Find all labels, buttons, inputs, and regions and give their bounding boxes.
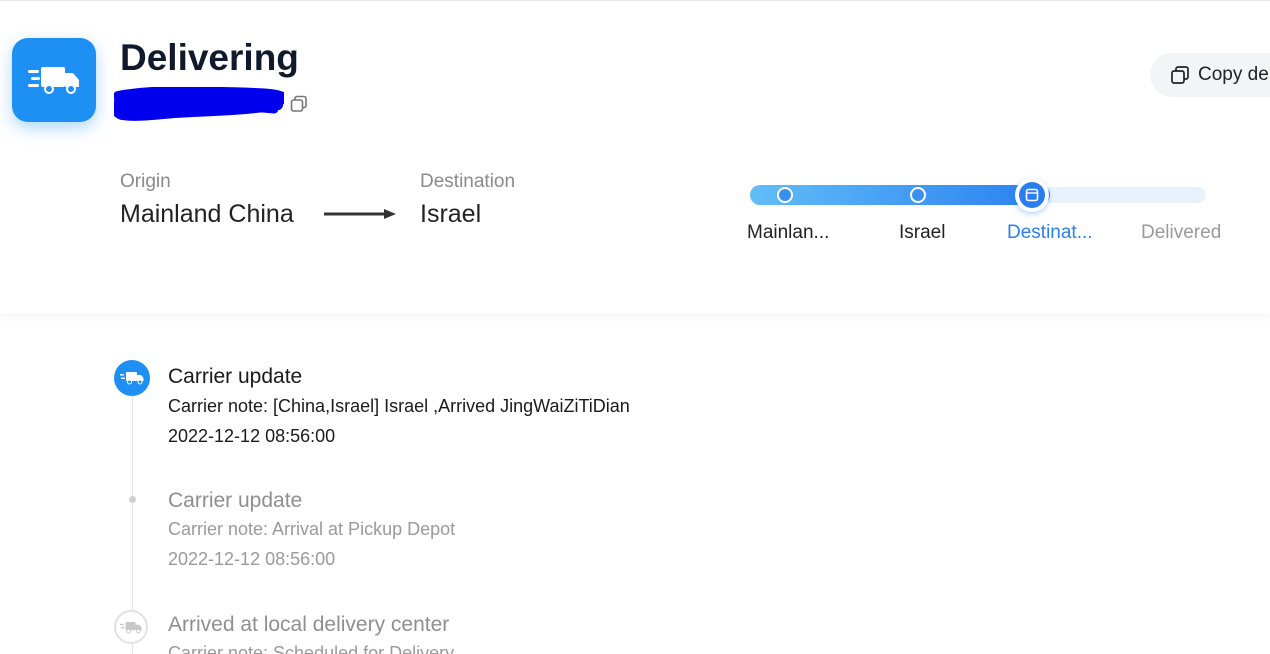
tracking-page: Delivering Copy de Origin Mainland China <box>0 0 1270 654</box>
truck-icon <box>114 360 150 396</box>
timeline-dot <box>129 496 136 503</box>
event-time: 2022-12-12 08:56:00 <box>168 426 336 446</box>
progress-step-label: Destinat... <box>1007 222 1093 243</box>
destination-value: Israel <box>420 200 482 228</box>
copy-icon <box>1171 66 1189 84</box>
delivery-truck-icon <box>12 38 96 122</box>
destination-label: Destination <box>420 171 516 192</box>
status-title: Delivering <box>120 37 299 78</box>
progress-fill <box>750 185 1050 205</box>
event-title: Carrier update <box>168 489 303 512</box>
copy-details-button[interactable]: Copy de <box>1150 53 1270 97</box>
progress-step-label: Delivered <box>1141 222 1222 243</box>
shipment-progress: Mainlan... Israel Destinat... Delivered <box>740 173 1222 253</box>
origin-label: Origin <box>120 171 171 192</box>
route-arrow-icon <box>324 209 396 219</box>
tracking-timeline: Carrier update Carrier note: [China,Isra… <box>0 312 1270 654</box>
event-note: Carrier note: Scheduled for Delivery <box>168 643 455 654</box>
tracking-header: Delivering Copy de Origin Mainland China <box>0 0 1270 313</box>
progress-step-label: Israel <box>899 222 946 243</box>
event-time: 2022-12-12 08:56:00 <box>168 549 336 569</box>
copy-details-label: Copy de <box>1198 64 1269 85</box>
event-title: Carrier update <box>168 365 303 388</box>
redacted-tracking-number <box>114 87 284 121</box>
package-icon <box>1025 188 1039 202</box>
truck-icon <box>114 610 148 644</box>
copy-tracking-icon[interactable] <box>290 95 308 113</box>
progress-step-label: Mainlan... <box>747 222 830 243</box>
progress-step-dot <box>777 187 793 203</box>
progress-step-dot <box>910 187 926 203</box>
event-note: Carrier note: [China,Israel] Israel ,Arr… <box>168 396 630 416</box>
current-step-marker <box>1015 178 1049 212</box>
event-title: Arrived at local delivery center <box>168 613 450 636</box>
event-note: Carrier note: Arrival at Pickup Depot <box>168 519 456 539</box>
origin-value: Mainland China <box>120 200 294 228</box>
